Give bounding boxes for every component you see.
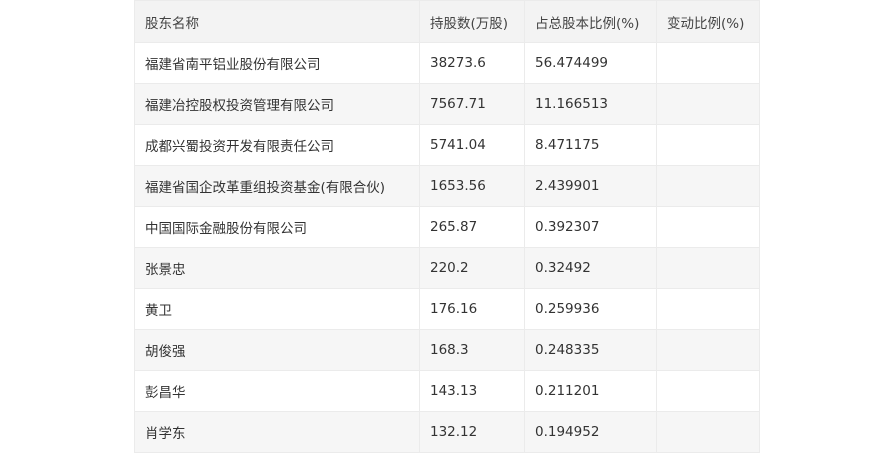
header-change-ratio: 变动比例(%) xyxy=(656,0,760,43)
cell-change-ratio xyxy=(656,329,760,371)
header-shares-held: 持股数(万股) xyxy=(419,0,525,43)
cell-share-ratio: 56.474499 xyxy=(524,42,657,84)
cell-change-ratio xyxy=(656,206,760,248)
header-shareholder-name: 股东名称 xyxy=(134,0,420,43)
table-row: 黄卫 176.16 0.259936 xyxy=(134,288,760,330)
table-row: 彭昌华 143.13 0.211201 xyxy=(134,370,760,412)
cell-shareholder-name: 肖学东 xyxy=(134,411,420,453)
cell-shares-held: 38273.6 xyxy=(419,42,525,84)
shareholder-table: 股东名称 持股数(万股) 占总股本比例(%) 变动比例(%) 福建省南平铝业股份… xyxy=(134,0,760,453)
cell-change-ratio xyxy=(656,411,760,453)
table-row: 福建省国企改革重组投资基金(有限合伙) 1653.56 2.439901 xyxy=(134,165,760,207)
cell-shares-held: 265.87 xyxy=(419,206,525,248)
cell-shares-held: 132.12 xyxy=(419,411,525,453)
cell-share-ratio: 8.471175 xyxy=(524,124,657,166)
table-row: 福建冶控股权投资管理有限公司 7567.71 11.166513 xyxy=(134,83,760,125)
cell-share-ratio: 2.439901 xyxy=(524,165,657,207)
table-row: 胡俊强 168.3 0.248335 xyxy=(134,329,760,371)
cell-change-ratio xyxy=(656,83,760,125)
cell-shareholder-name: 彭昌华 xyxy=(134,370,420,412)
table-header-row: 股东名称 持股数(万股) 占总股本比例(%) 变动比例(%) xyxy=(134,0,760,43)
cell-share-ratio: 0.194952 xyxy=(524,411,657,453)
cell-shareholder-name: 成都兴蜀投资开发有限责任公司 xyxy=(134,124,420,166)
cell-shareholder-name: 胡俊强 xyxy=(134,329,420,371)
table-row: 成都兴蜀投资开发有限责任公司 5741.04 8.471175 xyxy=(134,124,760,166)
cell-change-ratio xyxy=(656,370,760,412)
cell-shareholder-name: 福建省南平铝业股份有限公司 xyxy=(134,42,420,84)
header-share-ratio: 占总股本比例(%) xyxy=(524,0,657,43)
cell-shares-held: 220.2 xyxy=(419,247,525,289)
cell-shareholder-name: 福建冶控股权投资管理有限公司 xyxy=(134,83,420,125)
cell-shares-held: 7567.71 xyxy=(419,83,525,125)
cell-change-ratio xyxy=(656,288,760,330)
table-row: 福建省南平铝业股份有限公司 38273.6 56.474499 xyxy=(134,42,760,84)
table-row: 中国国际金融股份有限公司 265.87 0.392307 xyxy=(134,206,760,248)
cell-share-ratio: 0.259936 xyxy=(524,288,657,330)
table-row: 张景忠 220.2 0.32492 xyxy=(134,247,760,289)
table-row: 肖学东 132.12 0.194952 xyxy=(134,411,760,453)
cell-share-ratio: 0.211201 xyxy=(524,370,657,412)
cell-share-ratio: 11.166513 xyxy=(524,83,657,125)
cell-change-ratio xyxy=(656,247,760,289)
cell-change-ratio xyxy=(656,42,760,84)
cell-change-ratio xyxy=(656,165,760,207)
cell-shareholder-name: 福建省国企改革重组投资基金(有限合伙) xyxy=(134,165,420,207)
cell-shares-held: 168.3 xyxy=(419,329,525,371)
cell-shares-held: 1653.56 xyxy=(419,165,525,207)
cell-change-ratio xyxy=(656,124,760,166)
cell-shares-held: 143.13 xyxy=(419,370,525,412)
cell-share-ratio: 0.32492 xyxy=(524,247,657,289)
cell-shares-held: 176.16 xyxy=(419,288,525,330)
shareholder-table-container: 股东名称 持股数(万股) 占总股本比例(%) 变动比例(%) 福建省南平铝业股份… xyxy=(134,0,760,453)
cell-shareholder-name: 黄卫 xyxy=(134,288,420,330)
cell-shareholder-name: 张景忠 xyxy=(134,247,420,289)
cell-shareholder-name: 中国国际金融股份有限公司 xyxy=(134,206,420,248)
cell-shares-held: 5741.04 xyxy=(419,124,525,166)
cell-share-ratio: 0.392307 xyxy=(524,206,657,248)
cell-share-ratio: 0.248335 xyxy=(524,329,657,371)
